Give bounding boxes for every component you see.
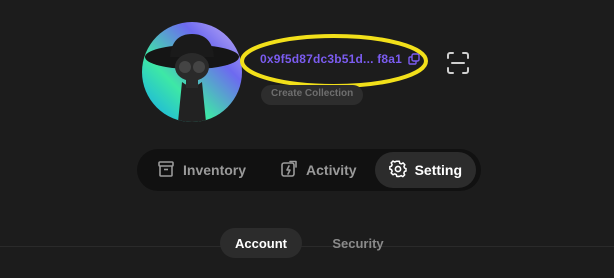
wallet-address-row: 0x9f5d87dc3b51d... f8a1 <box>260 52 420 66</box>
divider <box>0 246 614 247</box>
avatar <box>142 22 242 122</box>
tab-setting-label: Setting <box>414 162 463 178</box>
scan-icon[interactable] <box>446 51 470 75</box>
create-collection-chip[interactable]: Create Collection <box>261 85 364 105</box>
tab-inventory-label: Inventory <box>183 162 247 178</box>
profile-tabs: Inventory Activity Setting <box>137 149 481 191</box>
tab-activity[interactable]: Activity <box>266 152 371 188</box>
profile-page: 0x9f5d87dc3b51d... f8a1 Create Collectio… <box>0 0 614 278</box>
inventory-box-icon <box>157 160 175 181</box>
subtab-security[interactable]: Security <box>318 228 398 258</box>
subtab-account[interactable]: Account <box>220 228 302 258</box>
copy-icon[interactable] <box>408 53 420 65</box>
gear-icon <box>388 159 407 181</box>
tab-inventory[interactable]: Inventory <box>143 152 260 188</box>
tab-activity-label: Activity <box>306 162 357 178</box>
tab-setting[interactable]: Setting <box>374 152 477 188</box>
wallet-address: 0x9f5d87dc3b51d... f8a1 <box>260 52 403 66</box>
activity-icon <box>280 160 298 181</box>
